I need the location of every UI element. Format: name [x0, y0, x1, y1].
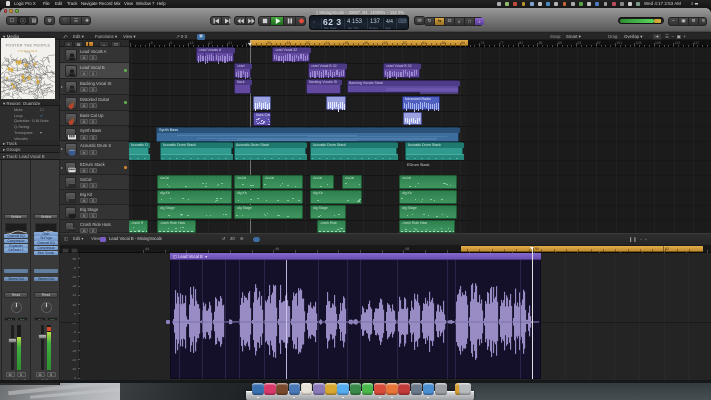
svg-text:TORCHES: TORCHES [18, 49, 38, 53]
svg-text:FOSTER THE PEOPLE: FOSTER THE PEOPLE [6, 43, 51, 48]
